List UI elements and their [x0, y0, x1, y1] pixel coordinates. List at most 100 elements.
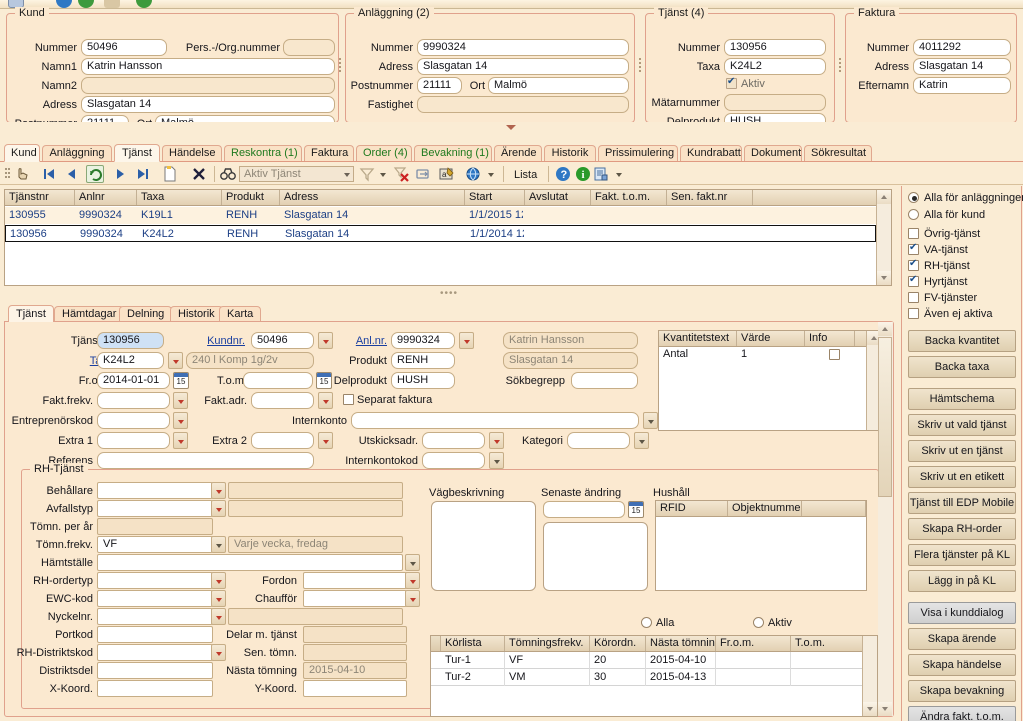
rh-hamtstalle-dropdown[interactable] — [405, 554, 420, 571]
checkbox-separat-faktura[interactable] — [343, 394, 354, 405]
rh-avfallstyp-dropdown[interactable] — [211, 500, 226, 517]
kvantitet-col-text[interactable]: Kvantitetstext — [659, 331, 737, 346]
korlista-col-korordn[interactable]: Körordn. — [590, 636, 646, 651]
button-visa-i-kunddialog[interactable]: Visa i kunddialog — [908, 602, 1016, 624]
form-internkontokod-dropdown[interactable] — [489, 452, 504, 469]
grid-col-start[interactable]: Start — [465, 190, 525, 205]
tab-dokument[interactable]: Dokument — [744, 145, 802, 162]
radio-alla-for-anlaggningen[interactable] — [908, 192, 919, 203]
rh-y-koord-input[interactable] — [303, 680, 407, 697]
form-kategori-input[interactable] — [567, 432, 630, 449]
form-extra2-dropdown[interactable] — [318, 432, 333, 449]
rh-avfallstyp-input[interactable] — [97, 500, 213, 517]
tab-historik[interactable]: Historik — [544, 145, 596, 162]
subtab-hamtdagar[interactable]: Hämtdagar — [54, 306, 125, 322]
korlista-col-korlista[interactable]: Körlista — [441, 636, 505, 651]
scroll-up-arrow-icon[interactable] — [877, 190, 891, 204]
anl-adress-input[interactable]: Slasgatan 14 — [417, 58, 629, 75]
help-icon[interactable]: ? — [554, 165, 572, 183]
button-skapa-handel[interactable]: Skapa händelse — [908, 654, 1016, 676]
toolbar-icon-sliver-3[interactable] — [78, 0, 94, 8]
rh-senaste-andring-memo[interactable] — [543, 522, 648, 591]
export-icon[interactable] — [414, 165, 432, 183]
rh-ewc-kod-dropdown[interactable] — [211, 590, 226, 607]
first-record-icon[interactable] — [40, 165, 58, 183]
form-extra1-dropdown[interactable] — [173, 432, 188, 449]
button-backa-taxa[interactable]: Backa taxa — [908, 356, 1016, 378]
form-sokbegrepp-input[interactable] — [571, 372, 638, 389]
form-vertical-scrollbar[interactable] — [878, 322, 893, 716]
kund-splitter-handle[interactable] — [337, 56, 342, 78]
form-taxa-input[interactable]: K24L2 — [97, 352, 164, 369]
tab-sokresultat[interactable]: Sökresultat — [804, 145, 872, 162]
kvantitet-grid[interactable]: Kvantitetstext Värde Info Antal 1 — [658, 330, 882, 431]
form-from-input[interactable]: 2014-01-01 — [97, 372, 170, 389]
grid-col-tjanstnr[interactable]: Tjänstnr — [5, 190, 75, 205]
button-skriv-ut-en-tjanst[interactable]: Skriv ut en tjänst — [908, 440, 1016, 462]
filter-combo[interactable]: Aktiv Tjänst — [239, 166, 354, 182]
kvantitet-col-varde[interactable]: Värde — [737, 331, 805, 346]
grid-splitter-handle[interactable]: •••• — [440, 288, 458, 299]
rh-distriktsdel-input[interactable] — [97, 662, 213, 679]
form-faktfrekv-input[interactable] — [97, 392, 170, 409]
grid-col-anlnr[interactable]: Anlnr — [75, 190, 137, 205]
form-kundnr-label[interactable]: Kundnr. — [145, 334, 245, 348]
rh-nyckelnr-input[interactable] — [97, 608, 213, 625]
grid-col-produkt[interactable]: Produkt — [222, 190, 280, 205]
kund-namn2-input[interactable] — [81, 77, 335, 94]
rh-behallare-input[interactable] — [97, 482, 213, 499]
rh-chauffor-input[interactable] — [303, 590, 407, 607]
table-row[interactable]: Antal 1 — [659, 347, 881, 362]
last-record-icon[interactable] — [134, 165, 152, 183]
report-icon[interactable] — [592, 165, 610, 183]
rh-behallare-dropdown[interactable] — [211, 482, 226, 499]
anl-nummer-input[interactable]: 9990324 — [417, 39, 629, 56]
scroll-down-arrow-icon[interactable] — [878, 702, 892, 716]
rh-x-koord-input[interactable] — [97, 680, 213, 697]
tjanst-matarnummer-input[interactable] — [724, 94, 826, 111]
tjanst-grid[interactable]: Tjänstnr Anlnr Taxa Produkt Adress Start… — [4, 189, 892, 286]
korlista-col-tom[interactable]: T.o.m. — [791, 636, 863, 651]
tjanst-splitter-handle[interactable] — [837, 56, 842, 78]
next-record-icon[interactable] — [111, 165, 129, 183]
grid-col-fakttom[interactable]: Fakt. t.o.m. — [591, 190, 667, 205]
anlaggning-splitter-handle[interactable] — [637, 56, 642, 78]
form-kundnr-input[interactable]: 50496 — [251, 332, 314, 349]
form-anlnr-label[interactable]: Anl.nr. — [335, 334, 387, 348]
form-anlnr-dropdown[interactable] — [459, 332, 474, 349]
tab-prissimulering[interactable]: Prissimulering — [598, 145, 678, 162]
faktura-efternamn-input[interactable]: Katrin — [913, 77, 1011, 94]
checkbox-va-tjanst[interactable] — [908, 242, 919, 255]
form-entreprenorskod-input[interactable] — [97, 412, 170, 429]
subtab-delning[interactable]: Delning — [119, 306, 173, 322]
checkbox-aven-ej-aktiva[interactable] — [908, 308, 919, 319]
info-icon[interactable]: i — [574, 165, 592, 183]
tab-order[interactable]: Order (4) — [356, 145, 412, 162]
toolbar-icon-sliver-4[interactable] — [104, 0, 120, 8]
previous-record-icon[interactable] — [63, 165, 81, 183]
form-utskicksadr-input[interactable] — [422, 432, 485, 449]
rh-nyckelnr-dropdown[interactable] — [211, 608, 226, 625]
faktura-adress-input[interactable]: Slasgatan 14 — [913, 58, 1011, 75]
subtab-tjanst[interactable]: Tjänst — [8, 305, 54, 322]
grid-col-adress[interactable]: Adress — [280, 190, 465, 205]
refresh-icon[interactable] — [86, 165, 104, 183]
form-tom-input[interactable] — [243, 372, 313, 389]
form-tom-calendar-icon[interactable]: 15 — [316, 372, 332, 389]
form-delprodukt-input[interactable]: HUSH — [391, 372, 455, 389]
report-dropdown-icon[interactable] — [610, 165, 628, 183]
tjanst-taxa-input[interactable]: K24L2 — [724, 58, 826, 75]
delete-record-icon[interactable] — [190, 165, 208, 183]
tab-reskontra[interactable]: Reskontra (1) — [224, 145, 302, 162]
globe-dropdown-icon[interactable] — [482, 165, 500, 183]
anl-postnummer-input[interactable]: 21111 — [417, 77, 462, 94]
rh-distriktskod-input[interactable] — [97, 644, 213, 661]
rh-ordertyp-dropdown[interactable] — [211, 572, 226, 589]
rh-senaste-andring-input[interactable] — [543, 501, 625, 518]
radio-alla-for-kund[interactable] — [908, 209, 919, 220]
rh-hamtstalle-input[interactable] — [97, 554, 403, 571]
tab-handelse[interactable]: Händelse — [162, 145, 222, 162]
table-row[interactable]: 130956 9990324 K24L2 RENH Slasgatan 14 1… — [5, 225, 876, 242]
form-utskicksadr-dropdown[interactable] — [489, 432, 504, 449]
kund-orgnummer-input[interactable] — [283, 39, 335, 56]
